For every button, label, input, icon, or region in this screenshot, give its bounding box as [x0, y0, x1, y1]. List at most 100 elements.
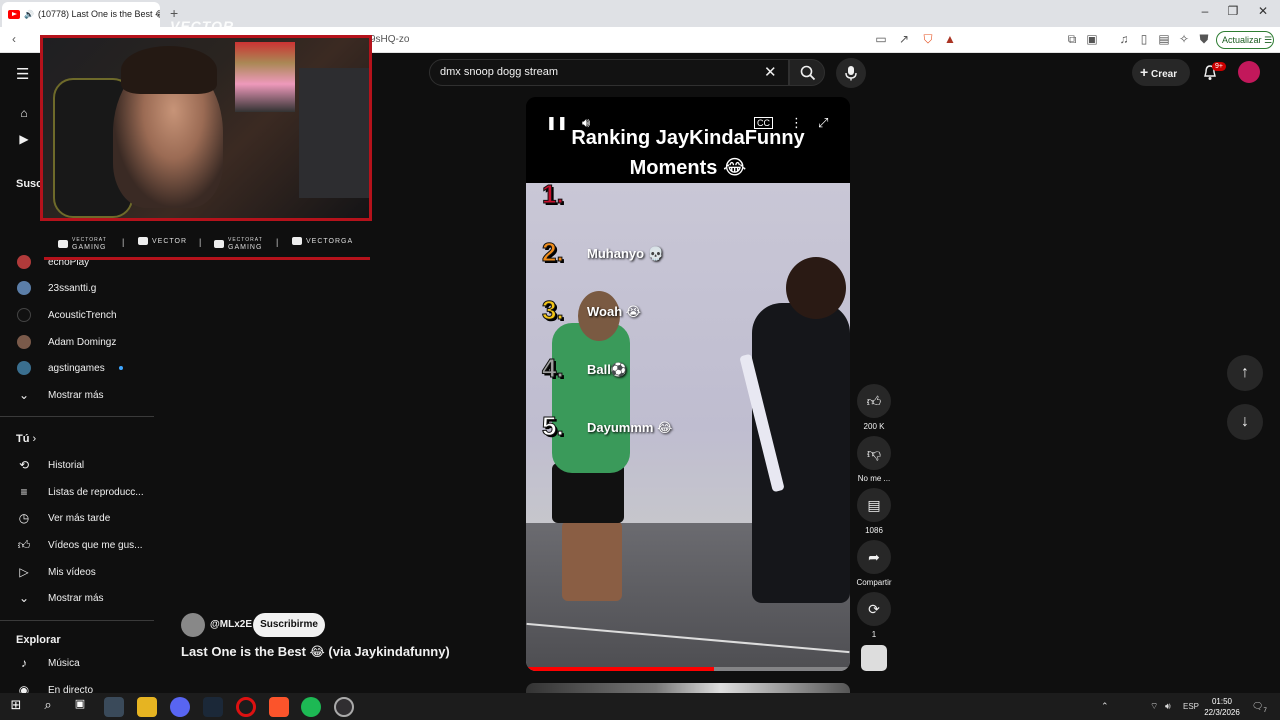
brave-rewards-icon[interactable]: ▲ [942, 32, 958, 46]
minimize-button[interactable]: – [1190, 4, 1220, 18]
sidebar-show-more-subs[interactable]: ⌄ Mostrar más [0, 383, 154, 407]
notification-center-icon[interactable]: 🗨7 [1252, 701, 1267, 714]
sidebar-item-watch-later[interactable]: ◷ Ver más tarde [0, 506, 154, 530]
network-icon[interactable]: ⌔ [1150, 701, 1158, 712]
volume-icon[interactable]: 🔊︎ [582, 115, 590, 131]
sidebar-item-history[interactable]: ⟲ Historial [0, 453, 154, 477]
video-progress-fill [526, 667, 714, 671]
address-bar[interactable]: 9sHQ-zo [370, 30, 850, 50]
sidebar-item-label: Mis vídeos [48, 566, 96, 578]
sidebar-item-liked[interactable]: 👍︎ Vídeos que me gus... [0, 533, 154, 557]
comments-button[interactable]: ▤ [857, 488, 891, 522]
sidebar-toggle-icon[interactable]: ▯ [1136, 32, 1152, 46]
opera-icon[interactable] [236, 697, 256, 717]
voice-search-button[interactable] [836, 58, 866, 88]
leo-icon[interactable]: ✧ [1176, 32, 1192, 46]
sidebar-item-music[interactable]: ♪ Música [0, 651, 154, 675]
dislike-button[interactable]: 👎︎ [857, 436, 891, 470]
discord-icon[interactable] [170, 697, 190, 717]
social-bar: VECTORAT GAMING | VECTOR | VECTORAT GAMING… [44, 233, 368, 257]
sidebar-subscription[interactable]: Adam Domingz [0, 330, 154, 354]
social-label: GAMING [228, 244, 263, 251]
search-value: dmx snoop dogg stream [440, 66, 559, 78]
social-top: VECTORAT [72, 237, 107, 243]
like-count: 200 K [863, 422, 885, 431]
search-input[interactable]: dmx snoop dogg stream [429, 59, 789, 86]
steam-icon[interactable] [203, 697, 223, 717]
sidebar-item-playlists[interactable]: ≡ Listas de reproducc... [0, 480, 154, 504]
captions-icon[interactable]: CC [754, 117, 773, 129]
file-explorer-icon[interactable] [137, 697, 157, 717]
show-more-label: Mostrar más [48, 592, 104, 604]
notification-count: 7 [1263, 707, 1267, 714]
brave-shield-icon[interactable]: ⛉ [920, 32, 936, 47]
arrow-up-icon: ↑ [1241, 364, 1249, 381]
more-options-icon[interactable]: ⋮ [790, 115, 803, 131]
share-icon: ➦ [868, 548, 880, 565]
menu-icon[interactable]: ☰ [16, 65, 29, 83]
share-button[interactable]: ➦ [857, 540, 891, 574]
show-more-label: Mostrar más [48, 389, 104, 401]
sidebar-item-label: Vídeos que me gus... [48, 539, 143, 551]
previous-short-button[interactable]: ↑ [1227, 355, 1263, 391]
sidebar-subscription[interactable]: AcousticTrench [0, 303, 154, 327]
share-label: Compartir [856, 578, 892, 587]
subscribe-button[interactable]: Suscribirme [253, 613, 325, 637]
fullscreen-icon[interactable]: ⤢ [818, 115, 828, 131]
channel-avatar[interactable] [181, 613, 205, 637]
taskbar: ⊞ ⌕ ▣ ⌃ ⌔ 🔊︎ ESP 01:50 22/3/2026 🗨7 [0, 693, 1280, 720]
cast-icon[interactable]: ▭ [873, 32, 889, 46]
extensions-icon[interactable]: ⧉ [1064, 32, 1080, 47]
tray-chevron-icon[interactable]: ⌃ [1101, 701, 1109, 712]
channel-name[interactable]: @MLx2E [210, 619, 252, 630]
sound-channel-thumbnail[interactable] [861, 645, 887, 671]
playlist-icon: ≡ [20, 485, 28, 499]
pause-icon[interactable]: ❚❚ [546, 115, 568, 131]
sidebar-item-my-videos[interactable]: ▷ Mis vídeos [0, 560, 154, 584]
avatar[interactable] [1238, 61, 1260, 83]
search-icon[interactable]: ⌕ [38, 697, 58, 717]
my-videos-icon: ▷ [19, 565, 29, 579]
sidebar-show-more-you[interactable]: ⌄ Mostrar más [0, 586, 154, 610]
windows-start-icon[interactable]: ⊞ [6, 697, 26, 717]
spotify-icon[interactable] [301, 697, 321, 717]
you-heading[interactable]: Tú › [16, 433, 36, 445]
maximize-button[interactable]: ❐ [1218, 4, 1248, 18]
remix-button[interactable]: ⟳ [857, 592, 891, 626]
shorts-player[interactable]: Ranking JayKindaFunny Moments 😂 ❚❚ 🔊︎ CC… [526, 97, 850, 671]
app-icon[interactable] [104, 697, 124, 717]
volume-icon[interactable]: 🔊︎ [1165, 701, 1171, 712]
social-instagram: VECTORGA [292, 237, 353, 245]
man-head [786, 257, 846, 319]
language-indicator[interactable]: ESP [1183, 702, 1199, 711]
close-window-button[interactable]: ✕ [1248, 4, 1278, 18]
back-icon[interactable]: ‹ [6, 32, 22, 46]
update-button[interactable]: Actualizar ☰ [1216, 31, 1274, 49]
vpn-icon[interactable]: ⛊ [1196, 32, 1212, 47]
brave-icon[interactable] [269, 697, 289, 717]
search-button[interactable] [789, 59, 825, 86]
sidebar-subscription[interactable]: 23ssantti.g [0, 276, 154, 300]
thumb-up-icon: 👍︎ [17, 537, 31, 552]
screenshot-icon[interactable]: ▣ [1084, 32, 1100, 46]
create-button[interactable]: + Crear [1132, 59, 1190, 86]
like-button[interactable]: 👍︎ [857, 384, 891, 418]
task-view-icon[interactable]: ▣ [70, 697, 90, 717]
next-short-button[interactable]: ↓ [1227, 404, 1263, 440]
obs-icon[interactable] [334, 697, 354, 717]
share-icon[interactable]: ↗ [896, 32, 912, 46]
clock-time: 01:50 [1211, 697, 1233, 706]
channel-avatar [17, 308, 31, 322]
video-progress-bar[interactable] [526, 667, 850, 671]
plus-icon: + [1140, 64, 1149, 80]
rank-number: 2. [542, 237, 565, 268]
streamer-hair [121, 46, 217, 94]
clear-search-icon[interactable]: ✕ [764, 63, 777, 81]
browser-tab[interactable]: 🔊 (10778) Last One is the Best 😂 ✕ [2, 2, 160, 27]
wallet-icon[interactable]: ▤ [1156, 32, 1172, 46]
music-ext-icon[interactable]: ♫ [1116, 32, 1132, 46]
sidebar-subscription[interactable]: agstingames [0, 356, 154, 380]
music-icon: ♪ [21, 656, 27, 670]
clock[interactable]: 01:50 22/3/2026 [1202, 696, 1242, 718]
rank-number: 1. [542, 179, 565, 210]
